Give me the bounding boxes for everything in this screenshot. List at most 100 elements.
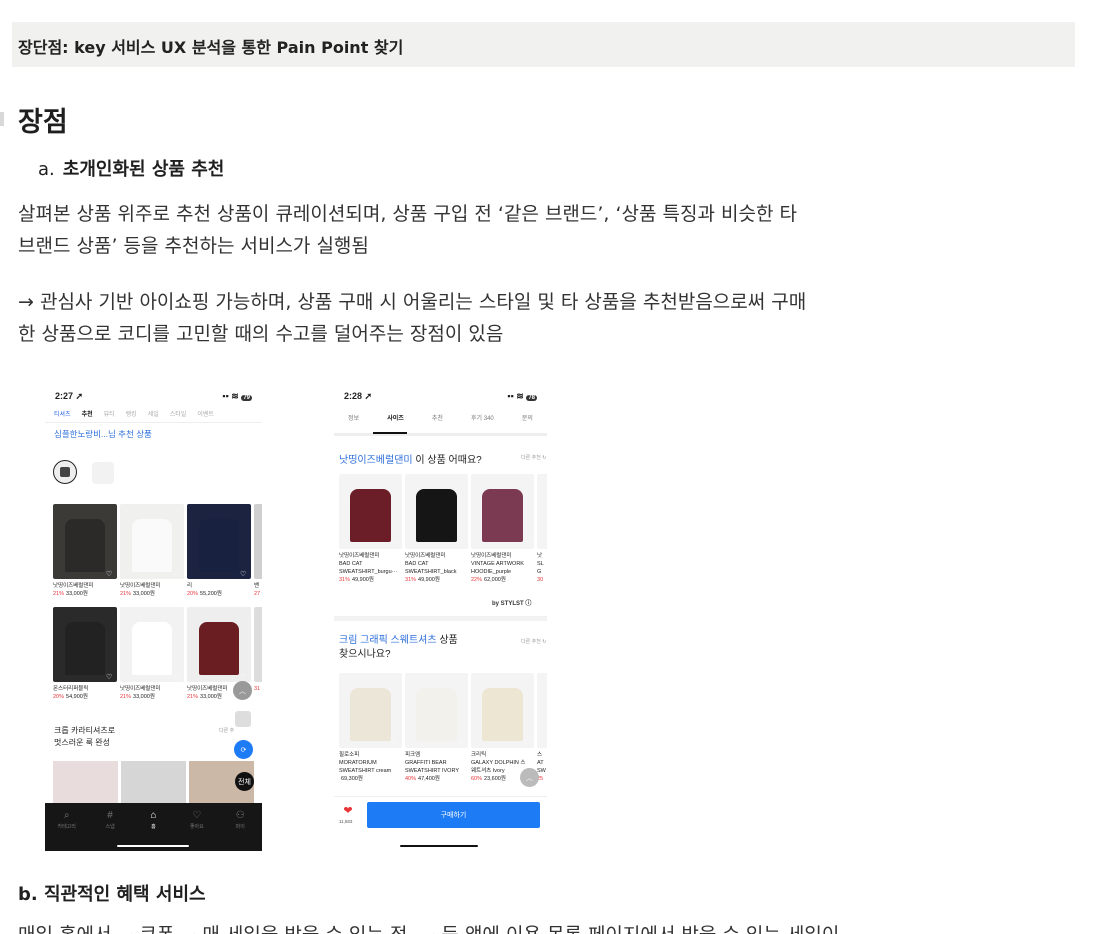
- tab-0[interactable]: 티셔츠: [54, 409, 71, 418]
- cropped-more-link[interactable]: 다른 추: [219, 727, 234, 734]
- product-tab-1[interactable]: 사이즈: [387, 413, 404, 422]
- recent-item-thumb-2[interactable]: [92, 462, 114, 484]
- heart-icon[interactable]: ♡: [240, 673, 248, 681]
- product-card[interactable]: ♡ 31: [254, 607, 262, 693]
- product-image[interactable]: ♡: [53, 607, 117, 682]
- product-card[interactable]: ♡ 낫띵이즈베럴댄미 BAD CAT SWEATSHIRT_burgu··· 31% 49…: [339, 474, 402, 584]
- tab-6[interactable]: 이벤트: [197, 409, 214, 418]
- product-name-1: SL: [537, 561, 544, 567]
- product-image[interactable]: ♡: [339, 673, 402, 748]
- item-a-heading: a. 초개인화된 상품 추천: [38, 155, 224, 181]
- product-tab-2[interactable]: 추천: [432, 413, 443, 422]
- product-image[interactable]: ♡: [405, 673, 468, 748]
- product-card[interactable]: ♡ 낫띵이즈베럴댄미 VINTAGE ARTWORK HOODIE_purple 22%…: [471, 474, 534, 584]
- nav-category[interactable]: ⌕ 카테고리: [52, 809, 82, 851]
- heart-icon[interactable]: ♡: [106, 673, 114, 681]
- product-card[interactable]: ♡ 리 20% 55,200원: [187, 504, 251, 598]
- product-discount: 21%: [120, 591, 132, 597]
- similar-section-brand: 낫띵이즈베럴댄미: [339, 455, 413, 466]
- product-discount: 21%: [187, 694, 199, 700]
- product-card[interactable]: ♡ 몬스터리퍼블릭 20% 54,900원: [53, 607, 117, 701]
- product-tab-3[interactable]: 후기 340: [471, 413, 494, 422]
- scroll-up-button-2[interactable]: ︿: [520, 768, 539, 787]
- product-card[interactable]: ♡ 밴 27: [254, 504, 262, 598]
- product-brand: 낫띵이즈베럴댄미: [120, 583, 161, 589]
- nav-likes-label: 좋아요: [189, 824, 204, 830]
- product-name-2: SWEATSHIRT cream: [339, 768, 392, 774]
- product-name-1: GALAXY DOLPHIN 스: [471, 760, 526, 766]
- product-price-line: 22% 62,000원: [471, 576, 534, 584]
- heart-icon[interactable]: ♡: [240, 570, 248, 578]
- buy-button[interactable]: 구매하기: [367, 802, 540, 828]
- more-recommend-link-2[interactable]: 다른 추천 ↻: [521, 638, 546, 645]
- tab-4[interactable]: 세일: [148, 409, 159, 418]
- product-card[interactable]: ♡ 낫띵이즈베럴댄미 21% 33,000원: [120, 504, 184, 598]
- product-discount: 30: [537, 577, 544, 583]
- home-icon: ⌂: [150, 810, 157, 821]
- product-price-line: 21% 33,000원: [120, 693, 184, 701]
- product-image[interactable]: ♡: [120, 504, 184, 579]
- product-image[interactable]: ♡: [53, 504, 117, 579]
- product-name-2: G: [537, 569, 542, 575]
- product-image[interactable]: ♡: [537, 673, 547, 748]
- like-heart-icon[interactable]: ❤: [341, 804, 355, 817]
- tab-5[interactable]: 스타일: [170, 409, 187, 418]
- product-garment: [131, 622, 173, 675]
- product-name-2: HOODIE_purple: [471, 569, 512, 575]
- status-bar-2: 2:28 ➚ ▪▪ ≋ 78: [334, 389, 547, 403]
- product-card[interactable]: ♡ 크리틱 GALAXY DOLPHIN 스 웨트셔츠 Ivory 60% 23,600원: [471, 673, 534, 783]
- product-image[interactable]: ♡: [339, 474, 402, 549]
- product-image[interactable]: ♡: [471, 673, 534, 748]
- product-brand: 스: [537, 752, 543, 758]
- heart-icon[interactable]: ♡: [523, 540, 531, 548]
- cut-off-paragraph: 매일 홈에서 ~ 쿠폰 ~ 매 세일을 받을 수 있는 점, ~ 등 앱에 이용…: [18, 920, 839, 934]
- nav-my[interactable]: ⚇ 마이: [225, 809, 255, 851]
- page-header: 장단점: key 서비스 UX 분석을 통한 Pain Point 찾기: [12, 22, 1075, 67]
- heart-icon[interactable]: ♡: [391, 540, 399, 548]
- product-card[interactable]: ♡ 피크엠 GRAFFITI BEAR SWEATSHIRT IVORY 40% 47,4…: [405, 673, 468, 783]
- product-price: 49,900원: [418, 577, 440, 583]
- heart-icon[interactable]: ♡: [173, 673, 181, 681]
- product-card[interactable]: ♡ 필로소피 MORATORIUM SWEATSHIRT cream 69,300원: [339, 673, 402, 783]
- product-card[interactable]: ♡ 낫띵이즈베럴댄미 21% 33,000원: [53, 504, 117, 598]
- product-discount: 21%: [120, 694, 132, 700]
- product-image[interactable]: ♡: [187, 607, 251, 682]
- heart-icon[interactable]: ♡: [106, 570, 114, 578]
- product-image[interactable]: ♡: [537, 474, 547, 549]
- product-discount: 40%: [405, 776, 417, 782]
- product-card[interactable]: ♡ 낫 SL G 30: [537, 474, 547, 584]
- product-image[interactable]: ♡: [405, 474, 468, 549]
- cropped-title-line-1: 크롭 카라티셔츠로: [54, 726, 116, 735]
- scroll-up-button[interactable]: ︿: [233, 681, 252, 700]
- product-price-line: 20% 54,900원: [53, 693, 117, 701]
- heart-icon[interactable]: ♡: [523, 739, 531, 747]
- more-recommend-link[interactable]: 다른 추천 ↻: [521, 454, 546, 461]
- filter-fab-icon[interactable]: ⟳: [234, 740, 253, 759]
- product-image[interactable]: ♡: [471, 474, 534, 549]
- heart-icon[interactable]: ♡: [391, 739, 399, 747]
- heart-icon[interactable]: ♡: [457, 540, 465, 548]
- tab-1[interactable]: 추천: [82, 409, 93, 418]
- recent-item-thumb-1[interactable]: [53, 460, 77, 484]
- product-discount: 22%: [471, 577, 483, 583]
- product-image[interactable]: ♡: [254, 607, 262, 682]
- product-tab-0[interactable]: 정보: [348, 413, 359, 422]
- product-image[interactable]: ♡: [254, 504, 262, 579]
- heart-icon[interactable]: ♡: [173, 570, 181, 578]
- tab-2[interactable]: 뷰티: [104, 409, 115, 418]
- floating-product-thumb[interactable]: [235, 711, 251, 727]
- product-garment: [416, 489, 457, 542]
- product-price: 47,400원: [418, 776, 440, 782]
- tab-3[interactable]: 랭킹: [126, 409, 137, 418]
- product-card[interactable]: ♡ 낫띵이즈베럴댄미 21% 33,000원: [120, 607, 184, 701]
- product-image[interactable]: ♡: [187, 504, 251, 579]
- product-tab-4[interactable]: 문의: [522, 413, 533, 422]
- product-card[interactable]: ♡ 낫띵이즈베럴댄미 BAD CAT SWEATSHIRT_black 31% 49,90…: [405, 474, 468, 584]
- product-price: 33,000원: [133, 591, 155, 597]
- category-tabs[interactable]: 티셔츠 추천 뷰티 랭킹 세일 스타일 이벤트: [45, 409, 262, 418]
- all-button[interactable]: 전체: [235, 772, 254, 791]
- product-tabs[interactable]: 정보 사이즈 추천 후기 340 문의: [334, 413, 547, 422]
- product-card[interactable]: ♡스ATSW25: [537, 673, 547, 783]
- product-image[interactable]: ♡: [120, 607, 184, 682]
- heart-icon[interactable]: ♡: [457, 739, 465, 747]
